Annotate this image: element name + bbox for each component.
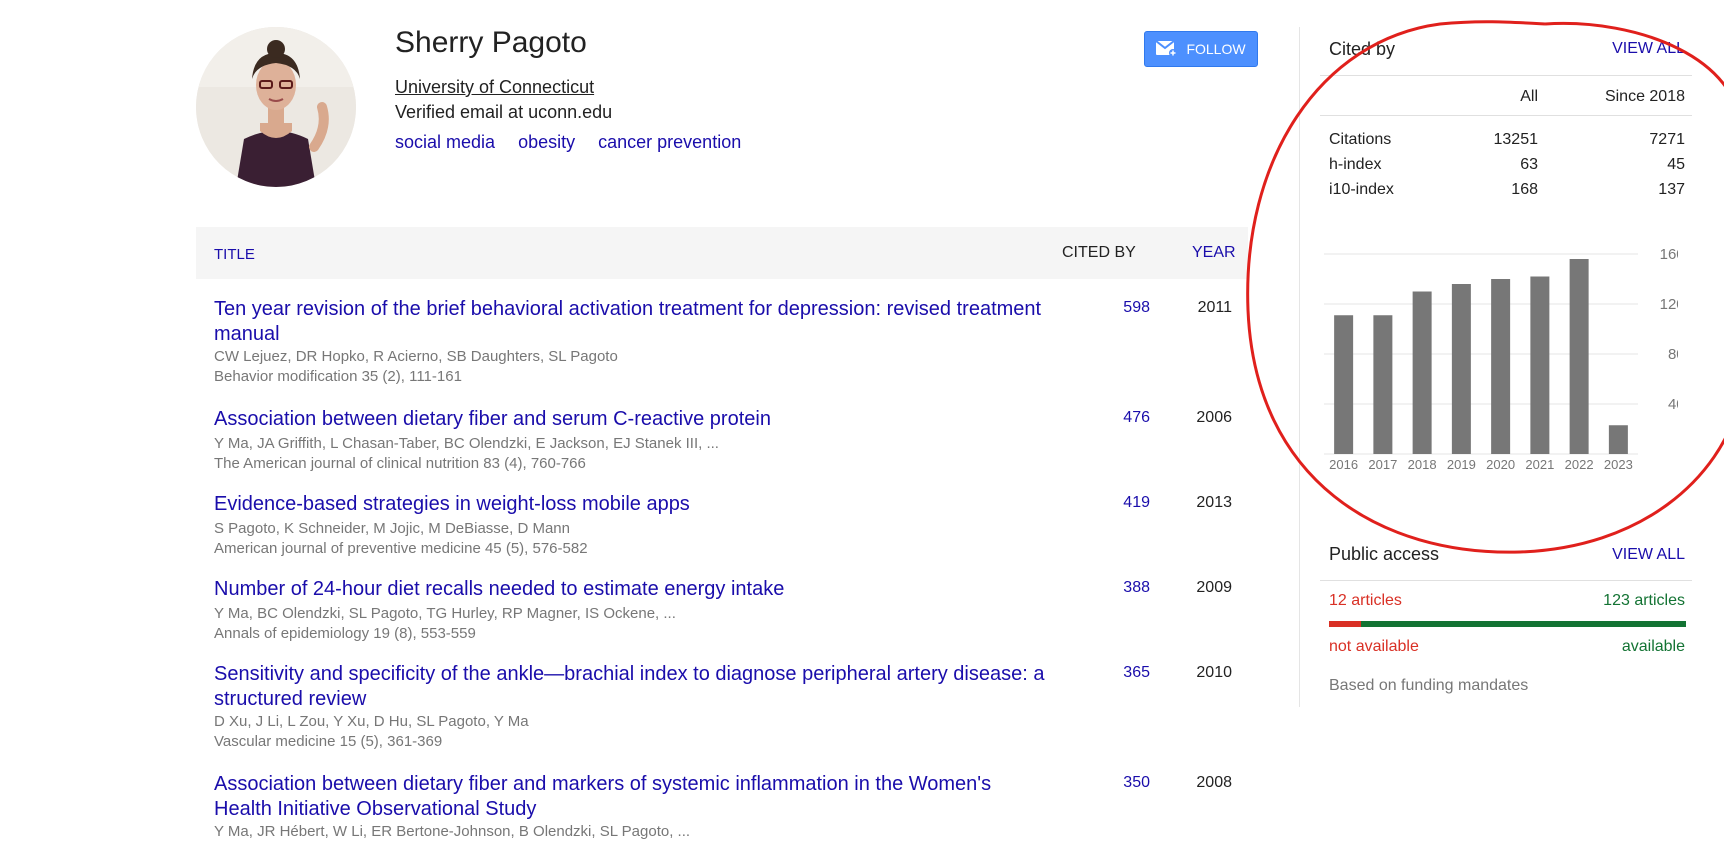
available-label: available xyxy=(1621,638,1685,655)
article-year: 2011 xyxy=(1197,299,1232,316)
research-interests: social media obesity cancer prevention xyxy=(395,132,759,153)
interest-link-obesity[interactable]: obesity xyxy=(518,132,575,152)
chart-bar xyxy=(1608,425,1628,454)
x-tick-label: 2022 xyxy=(1565,457,1594,472)
sidebar-divider xyxy=(1299,27,1300,707)
funding-mandates-note: Based on funding mandates xyxy=(1329,677,1529,694)
x-tick-label: 2017 xyxy=(1368,457,1397,472)
metric-label-citations: Citations xyxy=(1329,131,1392,148)
metric-i10-index-all: 168 xyxy=(1511,181,1538,198)
article-authors: Y Ma, JR Hébert, W Li, ER Bertone-Johnso… xyxy=(214,823,691,840)
interest-link-cancer-prevention[interactable]: cancer prevention xyxy=(598,132,741,152)
chart-bar xyxy=(1569,259,1589,454)
article-title-link[interactable]: Evidence-based strategies in weight-loss… xyxy=(214,492,1054,517)
not-available-label: not available xyxy=(1329,638,1419,655)
cited-by-count-link[interactable]: 598 xyxy=(1070,299,1150,317)
article-title-link[interactable]: Association between dietary fiber and se… xyxy=(214,407,1054,432)
chart-bar xyxy=(1491,279,1511,454)
column-since-2018: Since 2018 xyxy=(1604,88,1685,105)
citations-bar-chart: 1600120080040002016201720182019202020212… xyxy=(1324,246,1678,472)
x-tick-label: 2016 xyxy=(1329,457,1358,472)
article-year: 2009 xyxy=(1196,579,1232,596)
x-tick-label: 2021 xyxy=(1525,457,1554,472)
interest-link-social-media[interactable]: social media xyxy=(395,132,495,152)
cited-by-count-link[interactable]: 350 xyxy=(1070,774,1150,792)
cited-by-count-link[interactable]: 419 xyxy=(1070,494,1150,512)
public-access-view-all-link[interactable]: VIEW ALL xyxy=(1565,546,1685,564)
y-tick-label: 400 xyxy=(1668,396,1678,413)
article-authors: Y Ma, BC Olendzki, SL Pagoto, TG Hurley,… xyxy=(214,605,676,622)
metric-h-index-since: 45 xyxy=(1667,156,1685,173)
public-access-title: Public access xyxy=(1329,544,1440,564)
cited-by-count-link[interactable]: 476 xyxy=(1070,409,1150,427)
metric-label-h-index: h-index xyxy=(1329,156,1382,173)
cited-by-title: Cited by xyxy=(1329,39,1396,59)
article-authors: S Pagoto, K Schneider, M Jojic, M DeBias… xyxy=(214,520,570,537)
article-title-link[interactable]: Association between dietary fiber and ma… xyxy=(214,772,1054,822)
article-venue: Annals of epidemiology 19 (8), 553-559 xyxy=(214,625,476,642)
metric-label-i10-index: i10-index xyxy=(1329,181,1394,198)
column-all: All xyxy=(1520,88,1538,105)
avatar xyxy=(196,27,356,187)
x-tick-label: 2023 xyxy=(1604,457,1633,472)
affiliation-link[interactable]: University of Connecticut xyxy=(395,77,594,98)
article-year: 2013 xyxy=(1196,494,1232,511)
article-authors: Y Ma, JA Griffith, L Chasan-Taber, BC Ol… xyxy=(214,435,719,452)
article-venue: American journal of preventive medicine … xyxy=(214,540,588,557)
cited-by-view-all-link[interactable]: VIEW ALL xyxy=(1565,40,1685,58)
cited-by-count-link[interactable]: 365 xyxy=(1070,664,1150,682)
verified-email: Verified email at uconn.edu xyxy=(395,102,613,122)
chart-bar xyxy=(1412,291,1432,454)
article-title-link[interactable]: Sensitivity and specificity of the ankle… xyxy=(214,662,1054,712)
metric-i10-index-since: 137 xyxy=(1658,181,1685,198)
x-tick-label: 2019 xyxy=(1447,457,1476,472)
chart-bar xyxy=(1530,276,1550,454)
metric-h-index-all: 63 xyxy=(1520,156,1538,173)
divider xyxy=(1320,75,1692,76)
divider xyxy=(1320,580,1692,581)
article-venue: Behavior modification 35 (2), 111-161 xyxy=(214,368,462,385)
chart-bar xyxy=(1451,284,1471,454)
follow-button[interactable]: FOLLOW xyxy=(1144,31,1258,67)
article-authors: CW Lejuez, DR Hopko, R Acierno, SB Daugh… xyxy=(214,348,618,365)
metric-citations-since: 7271 xyxy=(1649,131,1685,148)
public-access-progress-bar xyxy=(1329,621,1686,627)
chart-bar xyxy=(1334,315,1354,454)
y-tick-label: 1600 xyxy=(1660,246,1678,263)
article-venue: Vascular medicine 15 (5), 361-369 xyxy=(214,733,443,750)
available-count-link[interactable]: 123 articles xyxy=(1525,592,1685,610)
article-year: 2008 xyxy=(1196,774,1232,791)
chart-bar xyxy=(1373,315,1393,454)
profile-photo-icon xyxy=(196,27,356,187)
article-authors: D Xu, J Li, L Zou, Y Xu, D Hu, SL Pagoto… xyxy=(214,713,529,730)
x-tick-label: 2018 xyxy=(1408,457,1437,472)
article-venue: The American journal of clinical nutriti… xyxy=(214,455,586,472)
not-available-segment xyxy=(1329,621,1361,627)
column-header-title[interactable]: TITLE xyxy=(214,246,255,263)
article-year: 2010 xyxy=(1196,664,1232,681)
follow-label: FOLLOW xyxy=(1186,41,1246,57)
x-tick-label: 2020 xyxy=(1486,457,1515,472)
y-tick-label: 800 xyxy=(1668,346,1678,363)
article-title-link[interactable]: Ten year revision of the brief behaviora… xyxy=(214,297,1054,347)
article-year: 2006 xyxy=(1196,409,1232,426)
metric-citations-all: 13251 xyxy=(1493,131,1539,148)
column-header-year[interactable]: YEAR xyxy=(1192,244,1236,262)
y-tick-label: 1200 xyxy=(1660,296,1678,313)
profile-name: Sherry Pagoto xyxy=(395,26,587,59)
column-header-cited-by: CITED BY xyxy=(1062,244,1136,261)
table-header: TITLE CITED BY YEAR xyxy=(196,227,1248,279)
cited-by-count-link[interactable]: 388 xyxy=(1070,579,1150,597)
mail-plus-icon xyxy=(1156,41,1178,57)
article-title-link[interactable]: Number of 24-hour diet recalls needed to… xyxy=(214,577,1054,602)
divider xyxy=(1320,115,1692,116)
not-available-count-link[interactable]: 12 articles xyxy=(1329,592,1402,610)
